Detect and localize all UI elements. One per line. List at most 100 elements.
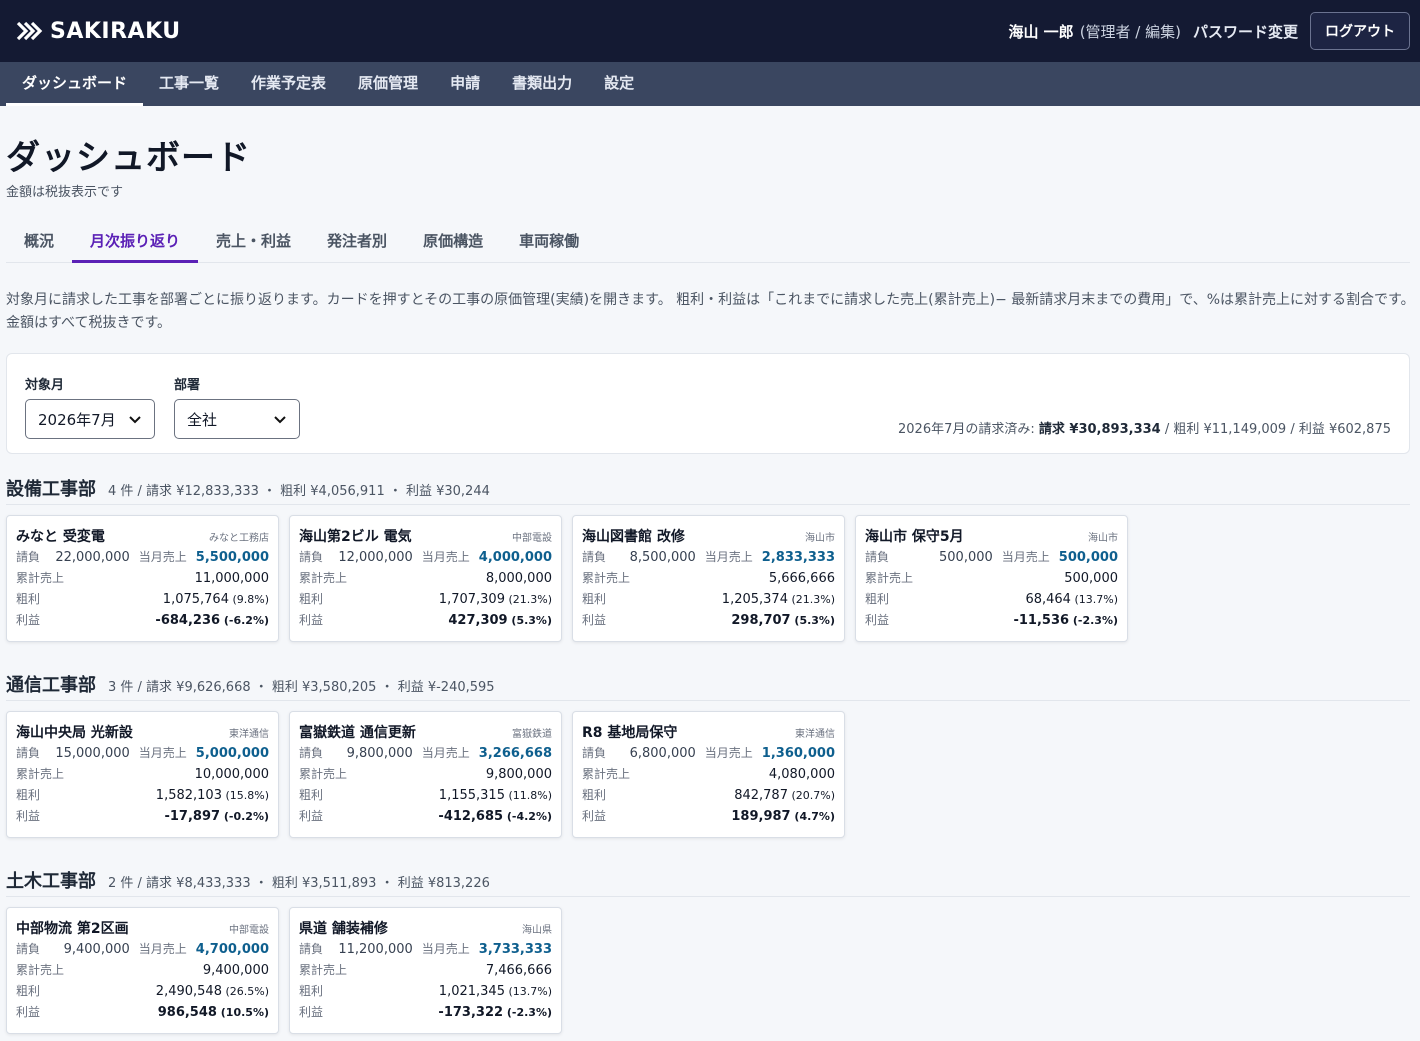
profit-label: 利益 [299,613,324,627]
profit-row: 利益 -412,685 (-4.2%) [299,807,552,828]
project-title: 海山中央局 光新設 [16,725,133,741]
card-header: 富嶽鉄道 通信更新 富嶽鉄道 [299,722,552,744]
contract-row: 請負 6,800,000 当月売上 1,360,000 [582,744,835,765]
gross-value: 2,490,548 (26.5%) [156,984,269,999]
dept-select-value: 全社 [187,410,218,429]
logout-button[interactable]: ログアウト [1310,12,1410,50]
dept-select[interactable]: 全社 [174,399,300,439]
summary-rest: / 粗利 ¥11,149,009 / 利益 ¥602,875 [1160,422,1391,437]
nav-schedule[interactable]: 作業予定表 [235,62,342,106]
client-name: 海山市 [1088,533,1118,544]
month-filter: 対象月 2026年7月 [25,374,155,439]
profit-label: 利益 [16,1005,41,1019]
tab-by-client[interactable]: 発注者別 [309,224,405,263]
department-section: 設備工事部 4 件 / 請求 ¥12,833,333 ・ 粗利 ¥4,056,91… [6,475,1410,642]
cumulative-label: 累計売上 [582,767,631,781]
department-name: 設備工事部 [6,479,96,500]
card-header: 海山図書館 改修 海山市 [582,526,835,548]
project-card[interactable]: 海山中央局 光新設 東洋通信 請負 15,000,000 当月売上 5,000,000 累計… [6,711,279,838]
gross-amount: 1,075,764 [162,592,229,607]
profit-label: 利益 [299,809,324,823]
password-change-link[interactable]: パスワード変更 [1193,21,1298,42]
project-card[interactable]: みなと 受変電 みなと工務店 請負 22,000,000 当月売上 5,500,000 累計… [6,515,279,642]
profit-row: 利益 -684,236 (-6.2%) [16,611,269,632]
gross-value: 68,464 (13.7%) [1025,592,1118,607]
cumulative-value: 11,000,000 [194,571,269,586]
profit-amount: -17,897 [164,809,221,824]
contract-label: 請負 [16,746,41,760]
month-summary: 2026年7月の請求済み: 請求 ¥30,893,334 / 粗利 ¥11,14… [898,418,1391,437]
profit-amount: 298,707 [731,613,791,628]
logo[interactable]: SAKIRAKU [16,17,181,45]
gross-label: 粗利 [299,984,324,998]
contract-label: 請負 [299,942,324,956]
profit-amount: 427,309 [448,613,508,628]
description-text: 対象月に請求した工事を部署ごとに振り返ります。カードを押すとその工事の原価管理(… [6,292,1415,331]
profit-row: 利益 298,707 (5.3%) [582,611,835,632]
contract-row: 請負 500,000 当月売上 500,000 [865,548,1118,569]
profit-percent: (-6.2%) [220,614,269,627]
project-card[interactable]: 海山市 保守5月 海山市 請負 500,000 当月売上 500,000 累計売上 500,0… [855,515,1128,642]
tab-cost-structure[interactable]: 原価構造 [405,224,501,263]
project-card[interactable]: 海山図書館 改修 海山市 請負 8,500,000 当月売上 2,833,333 累計売上 5… [572,515,845,642]
gross-amount: 1,582,103 [155,788,222,803]
cumulative-label: 累計売上 [16,963,65,977]
logo-chevrons-icon [16,21,43,41]
nav-requests[interactable]: 申請 [434,62,496,106]
card-header: 海山第2ビル 電気 中部電設 [299,526,552,548]
nav-documents[interactable]: 書類出力 [496,62,588,106]
gross-row: 粗利 1,075,764 (9.8%) [16,590,269,611]
nav-projects[interactable]: 工事一覧 [143,62,235,106]
gross-value: 842,787 (20.7%) [734,788,835,803]
month-select[interactable]: 2026年7月 [25,399,155,439]
gross-amount: 1,021,345 [438,984,505,999]
project-card[interactable]: R8 基地局保守 東洋通信 請負 6,800,000 当月売上 1,360,000 累計売上… [572,711,845,838]
client-name: 東洋通信 [229,729,269,740]
project-card[interactable]: 海山第2ビル 電気 中部電設 請負 12,000,000 当月売上 4,000,000 累計… [289,515,562,642]
profit-value: -173,322 (-2.3%) [438,1005,552,1020]
project-card[interactable]: 県道 舗装補修 海山県 請負 11,200,000 当月売上 3,733,333 累計売上 7… [289,907,562,1034]
gross-row: 粗利 1,155,315 (11.8%) [299,786,552,807]
nav-settings[interactable]: 設定 [588,62,650,106]
tab-overview[interactable]: 概況 [6,224,72,263]
monthly-sales-value: 5,000,000 [195,746,269,761]
nav-dashboard[interactable]: ダッシュボード [6,62,144,106]
cumulative-row: 累計売上 8,000,000 [299,569,552,590]
client-name: みなと工務店 [209,533,269,544]
contract-label: 請負 [299,746,324,760]
department-name: 通信工事部 [6,675,96,696]
tab-sales-profit[interactable]: 売上・利益 [198,224,309,263]
gross-percent: (20.7%) [787,789,835,802]
monthly-sales-label: 当月売上 [704,746,753,760]
profit-value: -11,536 (-2.3%) [1013,613,1118,628]
contract-row: 請負 15,000,000 当月売上 5,000,000 [16,744,269,765]
project-title: 海山第2ビル 電気 [299,529,412,545]
nav-cost[interactable]: 原価管理 [342,62,434,106]
profit-amount: 986,548 [157,1005,217,1020]
cumulative-label: 累計売上 [865,571,914,585]
cumulative-row: 累計売上 500,000 [865,569,1118,590]
gross-percent: (9.8%) [228,593,269,606]
project-card[interactable]: 富嶽鉄道 通信更新 富嶽鉄道 請負 9,800,000 当月売上 3,266,668 累計売… [289,711,562,838]
cumulative-value: 9,400,000 [202,963,269,978]
profit-amount: -412,685 [438,809,504,824]
cumulative-row: 累計売上 7,466,666 [299,961,552,982]
tab-monthly-review[interactable]: 月次振り返り [72,224,199,263]
gross-value: 1,021,345 (13.7%) [439,984,552,999]
profit-row: 利益 -11,536 (-2.3%) [865,611,1118,632]
contract-row: 請負 12,000,000 当月売上 4,000,000 [299,548,552,569]
monthly-sales-label: 当月売上 [1001,550,1050,564]
contract-row: 請負 22,000,000 当月売上 5,500,000 [16,548,269,569]
monthly-sales-label: 当月売上 [421,746,470,760]
project-card[interactable]: 中部物流 第2区画 中部電設 請負 9,400,000 当月売上 4,700,000 累計売… [6,907,279,1034]
gross-value: 1,155,315 (11.8%) [439,788,552,803]
gross-row: 粗利 1,582,103 (15.8%) [16,786,269,807]
contract-value: 8,500,000 [629,550,696,565]
gross-amount: 2,490,548 [155,984,222,999]
contract-value: 9,400,000 [63,942,130,957]
monthly-sales-value: 500,000 [1058,550,1118,565]
tab-vehicle-usage[interactable]: 車両稼働 [501,224,597,263]
gross-label: 粗利 [16,592,41,606]
client-name: 海山市 [805,533,835,544]
cumulative-value: 9,800,000 [485,767,552,782]
